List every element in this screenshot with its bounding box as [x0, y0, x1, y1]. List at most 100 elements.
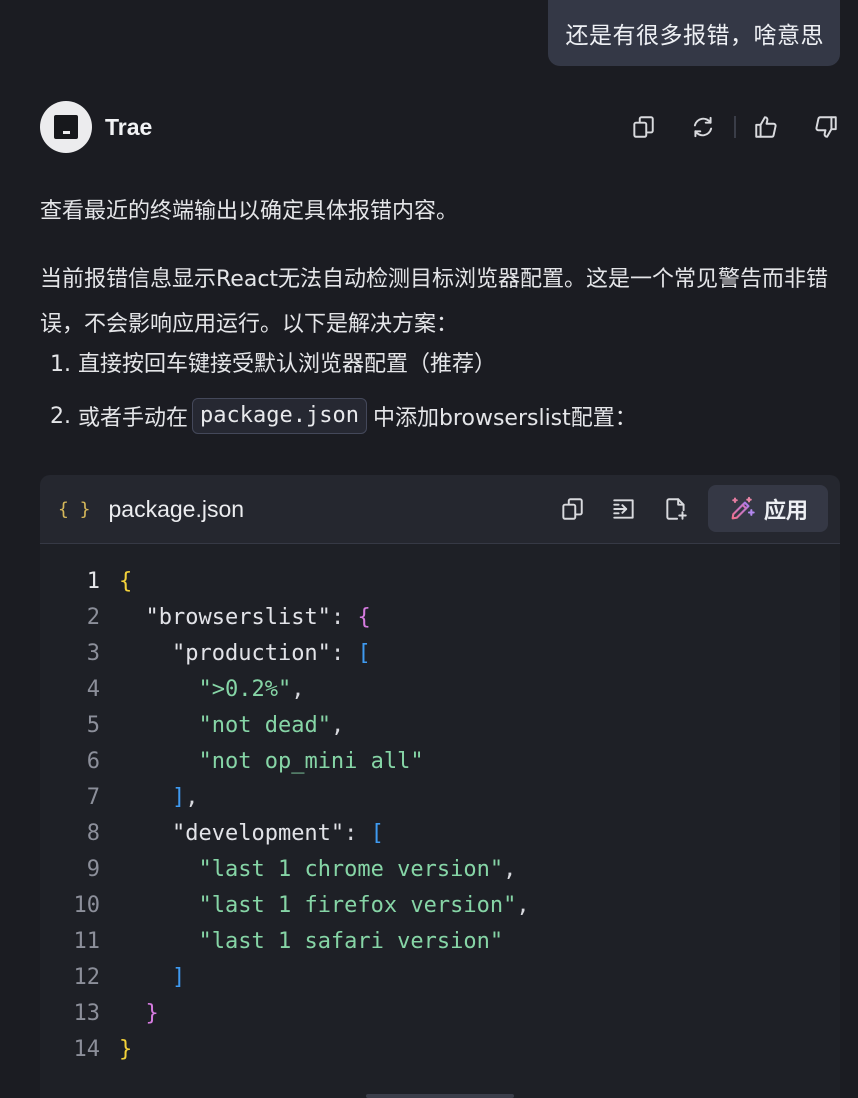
code-token: }: [145, 1001, 159, 1026]
code-line: 13 }: [40, 996, 840, 1032]
user-message-text: 还是有很多报错，啥意思: [565, 23, 824, 49]
line-content: ">0.2%",: [119, 672, 304, 708]
line-number: 9: [86, 857, 100, 882]
trae-logo-icon: [54, 115, 78, 139]
line-content: {: [119, 564, 132, 600]
user-message-bubble: 还是有很多报错，啥意思: [547, 0, 840, 66]
code-line: 6 "not op_mini all": [40, 744, 840, 780]
line-number: 1: [86, 569, 100, 594]
regenerate-icon: [693, 116, 713, 138]
thumbs-down-icon: [815, 116, 837, 138]
list-number: 2.: [50, 403, 71, 429]
add-to-file-button[interactable]: [662, 495, 690, 523]
code-token: "last 1 chrome version": [198, 857, 504, 882]
code-token: ,: [291, 677, 305, 702]
message-actions: [629, 113, 840, 141]
inline-code: package.json: [192, 398, 367, 434]
code-line: 12 ]: [40, 960, 840, 996]
code-block: { } package.json 应用 1 {2 "browserslist"…: [40, 475, 840, 1098]
assistant-header: Trae: [40, 101, 840, 153]
code-token: ">0.2%": [198, 677, 292, 702]
line-content: "not op_mini all": [119, 744, 423, 780]
code-token: "browserslist": [145, 605, 331, 630]
code-block-header: { } package.json 应用: [40, 475, 840, 544]
line-number: 14: [73, 1037, 101, 1062]
message-paragraph-1: 查看最近的终端输出以确定具体报错内容。: [40, 199, 459, 224]
regenerate-button[interactable]: [689, 113, 717, 141]
line-content: "last 1 safari version": [119, 924, 503, 960]
code-line: 9 "last 1 chrome version",: [40, 852, 840, 888]
list-text-suffix: 中添加browserslist配置：: [372, 406, 637, 431]
code-line: 4 ">0.2%",: [40, 672, 840, 708]
list-text-prefix: 或者手动在: [78, 406, 189, 431]
code-token: :: [344, 821, 371, 846]
code-token: "last 1 safari version": [198, 929, 504, 954]
copy-icon: [562, 497, 583, 520]
code-filename: package.json: [108, 495, 245, 522]
copy-button[interactable]: [629, 113, 657, 141]
apply-label: 应用: [763, 498, 808, 524]
code-token: [: [357, 641, 371, 666]
line-content: "last 1 firefox version",: [119, 888, 530, 924]
line-content: "production": [: [119, 636, 371, 672]
assistant-avatar: [40, 101, 92, 153]
list-text: 直接按回车键接受默认浏览器配置（推荐）: [78, 352, 497, 377]
line-number: 3: [86, 641, 100, 666]
apply-button[interactable]: 应用: [708, 485, 828, 532]
line-number: 8: [86, 821, 100, 846]
line-number: 12: [73, 965, 101, 990]
message-paragraph-2: 当前报错信息显示React无法自动检测目标浏览器配置。这是一个常见警告而非错误，…: [40, 267, 829, 337]
code-line: 14}: [40, 1032, 840, 1068]
code-token: :: [330, 641, 358, 666]
code-token: [: [370, 821, 384, 846]
code-editor[interactable]: 1{2 "browserslist": {3 "production": [4 …: [40, 544, 840, 1098]
code-line: 1{: [40, 564, 840, 600]
line-number: 5: [86, 713, 100, 738]
code-token: ]: [171, 785, 186, 810]
line-content: "not dead",: [119, 708, 344, 744]
code-token: }: [119, 1037, 133, 1062]
code-token: ]: [171, 965, 186, 990]
code-token: "production": [171, 641, 331, 666]
line-content: "browserslist": {: [119, 600, 371, 636]
copy-icon: [633, 116, 654, 138]
line-content: }: [119, 996, 159, 1032]
like-button[interactable]: [752, 113, 780, 141]
line-number: 2: [86, 605, 100, 630]
insert-at-cursor-button[interactable]: [610, 495, 638, 523]
insert-at-cursor-icon: [613, 498, 634, 519]
assistant-name: Trae: [105, 113, 153, 140]
code-line: 10 "last 1 firefox version",: [40, 888, 840, 924]
actions-divider: [734, 116, 736, 138]
code-line: 5 "not dead",: [40, 708, 840, 744]
code-token: :: [330, 605, 358, 630]
line-number: 7: [86, 785, 100, 810]
add-to-file-icon: [666, 497, 687, 520]
copy-code-button[interactable]: [558, 495, 586, 523]
apply-icon: [731, 496, 755, 519]
code-line: 2 "browserslist": {: [40, 600, 840, 636]
line-number: 6: [86, 749, 100, 774]
line-content: ],: [119, 780, 199, 816]
code-line: 11 "last 1 safari version": [40, 924, 840, 960]
line-content: "last 1 chrome version",: [119, 852, 516, 888]
code-token: ,: [516, 893, 530, 918]
list-item: 1. 直接按回车键接受默认浏览器配置（推荐）: [50, 346, 496, 378]
horizontal-scrollbar[interactable]: [366, 1094, 514, 1098]
line-number: 4: [86, 677, 100, 702]
line-number: 10: [73, 893, 101, 918]
line-number: 11: [73, 929, 101, 954]
dislike-button[interactable]: [812, 113, 840, 141]
code-token: "last 1 firefox version": [198, 893, 517, 918]
code-token: {: [357, 605, 371, 630]
